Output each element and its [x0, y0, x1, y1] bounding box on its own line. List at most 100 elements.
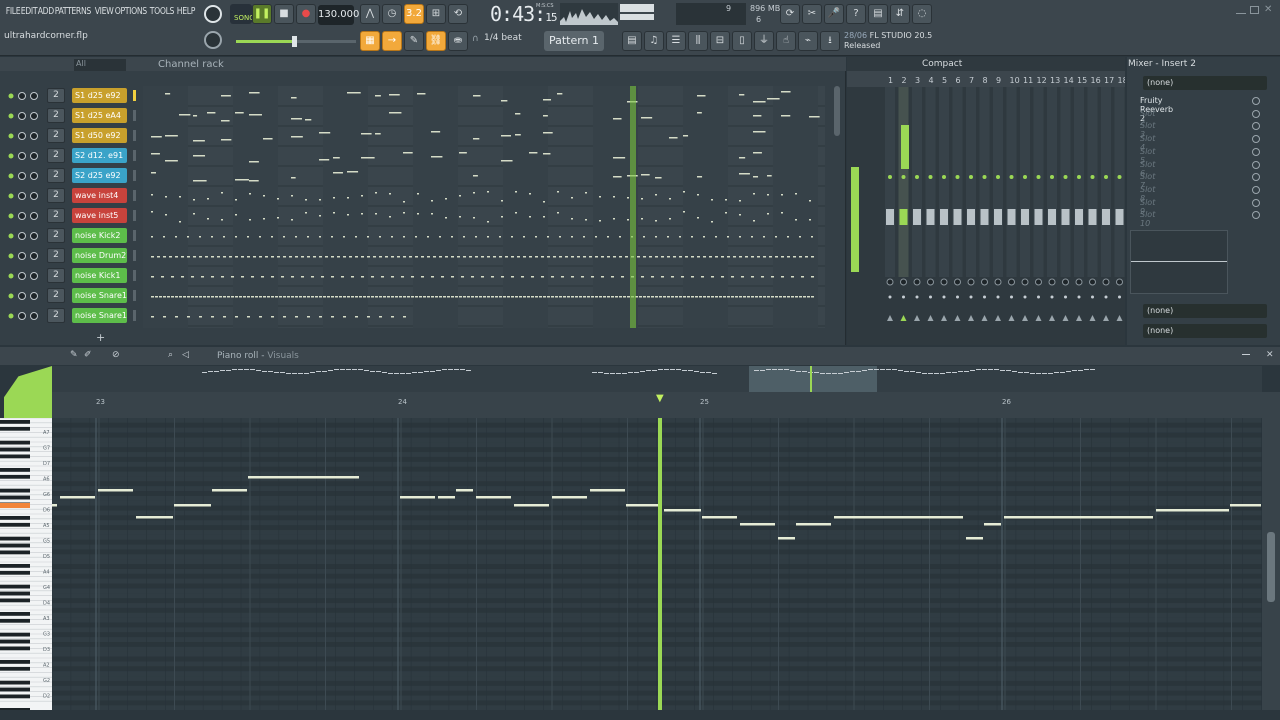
project-button[interactable]: ▯: [732, 31, 752, 51]
channel-select-led[interactable]: [133, 130, 136, 141]
channel-select-led[interactable]: [133, 110, 136, 121]
draw-tool-button[interactable]: →: [382, 31, 402, 51]
channel-mixer-track[interactable]: 2: [47, 308, 65, 323]
master-volume-slider[interactable]: [236, 36, 356, 47]
playlist-button[interactable]: ▤: [622, 31, 642, 51]
channel-mixer-track[interactable]: 2: [47, 288, 65, 303]
link-button[interactable]: ⛓: [426, 31, 446, 51]
channel-select-led[interactable]: [133, 170, 136, 181]
mute-tool-button[interactable]: ⌁: [798, 31, 818, 51]
brush-icon[interactable]: ✐: [84, 350, 92, 360]
channel-mute-knobs[interactable]: [8, 272, 42, 280]
pattern-overview[interactable]: [52, 366, 1262, 392]
channel-mixer-track[interactable]: 2: [47, 248, 65, 263]
step-edit-button[interactable]: ⊞: [426, 4, 446, 24]
render-button[interactable]: ⇵: [890, 4, 910, 24]
menu-view[interactable]: VIEW: [93, 6, 115, 17]
menu-help[interactable]: HELP: [175, 6, 197, 17]
wait-input-button[interactable]: ◷: [382, 4, 402, 24]
channel-name-button[interactable]: noise Snare14: [72, 288, 127, 303]
channel-select-led[interactable]: [133, 270, 136, 281]
mixer-output-select[interactable]: (none): [1143, 324, 1267, 338]
snap-selector[interactable]: 1/4 beat: [484, 33, 522, 43]
tempo-display[interactable]: 130.000: [318, 5, 359, 25]
channel-mute-knobs[interactable]: [8, 152, 42, 160]
channel-select-led[interactable]: [133, 290, 136, 301]
channel-mute-knobs[interactable]: [8, 112, 42, 120]
channel-select-led[interactable]: [133, 310, 136, 321]
menu-patterns[interactable]: PATTERNS: [53, 6, 93, 17]
note-grid[interactable]: [52, 418, 1262, 710]
record-audio-button[interactable]: 🎤: [824, 4, 844, 24]
channel-name-button[interactable]: S1 d25 eA4: [72, 108, 127, 123]
channel-name-button[interactable]: wave inst5: [72, 208, 127, 223]
channel-rack-scrollbar[interactable]: [834, 86, 840, 136]
channel-mixer-track[interactable]: 2: [47, 168, 65, 183]
online-news-button[interactable]: ⟳: [780, 4, 800, 24]
window-minimize-button[interactable]: [1236, 6, 1246, 14]
channel-select-led[interactable]: [133, 230, 136, 241]
piano-roll-minimize-button[interactable]: [1242, 354, 1250, 355]
mixer-input-select[interactable]: (none): [1143, 76, 1267, 90]
channel-name-button[interactable]: S1 d50 e92: [72, 128, 127, 143]
channel-name-button[interactable]: noise Kick2: [72, 228, 127, 243]
channel-mixer-track[interactable]: 2: [47, 228, 65, 243]
mixer-button[interactable]: ⫼: [688, 31, 708, 51]
channel-select-led[interactable]: [133, 190, 136, 201]
save-button[interactable]: ▤: [868, 4, 888, 24]
channel-mixer-track[interactable]: 2: [47, 128, 65, 143]
download-button[interactable]: ⭳: [820, 31, 840, 51]
channel-mute-knobs[interactable]: [8, 212, 42, 220]
channel-name-button[interactable]: wave inst4: [72, 188, 127, 203]
plugin-picker-button[interactable]: ✂: [802, 4, 822, 24]
channel-name-button[interactable]: S2 d12. e91: [72, 148, 127, 163]
channel-select-led[interactable]: [133, 90, 136, 101]
effect-slot-mix-knob[interactable]: [1252, 97, 1260, 105]
channel-sequencer[interactable]: [143, 86, 825, 328]
timeline-ruler[interactable]: 23 24 25 26 ▼: [52, 392, 1262, 418]
piano-roll-button[interactable]: ♫: [644, 31, 664, 51]
playlist-snap-button[interactable]: ▦: [360, 31, 380, 51]
chat-button[interactable]: ◌: [912, 4, 932, 24]
piano-keyboard[interactable]: A7 G7 D7 A6 G6 D6 A5 G5 D5 A4 G4 D4 A3 G3 D3 A2 G2 D2: [0, 418, 52, 710]
channel-name-button[interactable]: noise Kick1: [72, 268, 127, 283]
effect-slot-mix-knob[interactable]: [1252, 185, 1260, 194]
vertical-scrollbar[interactable]: [1262, 392, 1280, 710]
effect-slot-mix-knob[interactable]: [1252, 109, 1260, 118]
pattern-selector[interactable]: Pattern 1: [544, 31, 604, 51]
window-close-button[interactable]: ✕: [1264, 4, 1272, 15]
channel-mixer-track[interactable]: 2: [47, 188, 65, 203]
channel-mute-knobs[interactable]: [8, 172, 42, 180]
channel-mixer-track[interactable]: 2: [47, 88, 65, 103]
menu-tools[interactable]: TOOLS: [148, 6, 176, 17]
channel-mute-knobs[interactable]: [8, 312, 42, 320]
effect-slot-mix-knob[interactable]: [1252, 160, 1260, 169]
piano-roll-close-button[interactable]: ✕: [1266, 350, 1274, 360]
stamp-button[interactable]: ⛂: [448, 31, 468, 51]
select-icon[interactable]: ⊘: [112, 350, 120, 360]
channel-name-button[interactable]: S1 d25 e92: [72, 88, 127, 103]
loop-record-button[interactable]: ⟲: [448, 4, 468, 24]
countdown-button[interactable]: 3.2: [404, 4, 424, 24]
channel-mixer-track[interactable]: 2: [47, 268, 65, 283]
browser-button[interactable]: ⊟: [710, 31, 730, 51]
channel-mute-knobs[interactable]: [8, 252, 42, 260]
channel-mute-knobs[interactable]: [8, 192, 42, 200]
speaker-icon[interactable]: ◁: [182, 350, 189, 360]
stop-button[interactable]: ■: [274, 4, 294, 24]
menu-options[interactable]: OPTIONS: [113, 6, 149, 17]
channel-mixer-track[interactable]: 2: [47, 148, 65, 163]
touch-button[interactable]: ☝: [776, 31, 796, 51]
channel-select-led[interactable]: [133, 210, 136, 221]
mixer-send-select[interactable]: (none): [1143, 304, 1267, 318]
mixer-view-label[interactable]: Compact: [922, 59, 962, 69]
channel-rack-button[interactable]: ☰: [666, 31, 686, 51]
window-restore-button[interactable]: [1250, 6, 1259, 14]
record-button[interactable]: ●: [296, 4, 316, 24]
effect-slot-mix-knob[interactable]: [1252, 198, 1260, 207]
effect-slot-mix-knob[interactable]: [1252, 147, 1260, 156]
channel-mute-knobs[interactable]: [8, 292, 42, 300]
channel-name-button[interactable]: noise Drum27: [72, 248, 127, 263]
channel-filter[interactable]: All: [74, 59, 126, 71]
channel-select-led[interactable]: [133, 250, 136, 261]
